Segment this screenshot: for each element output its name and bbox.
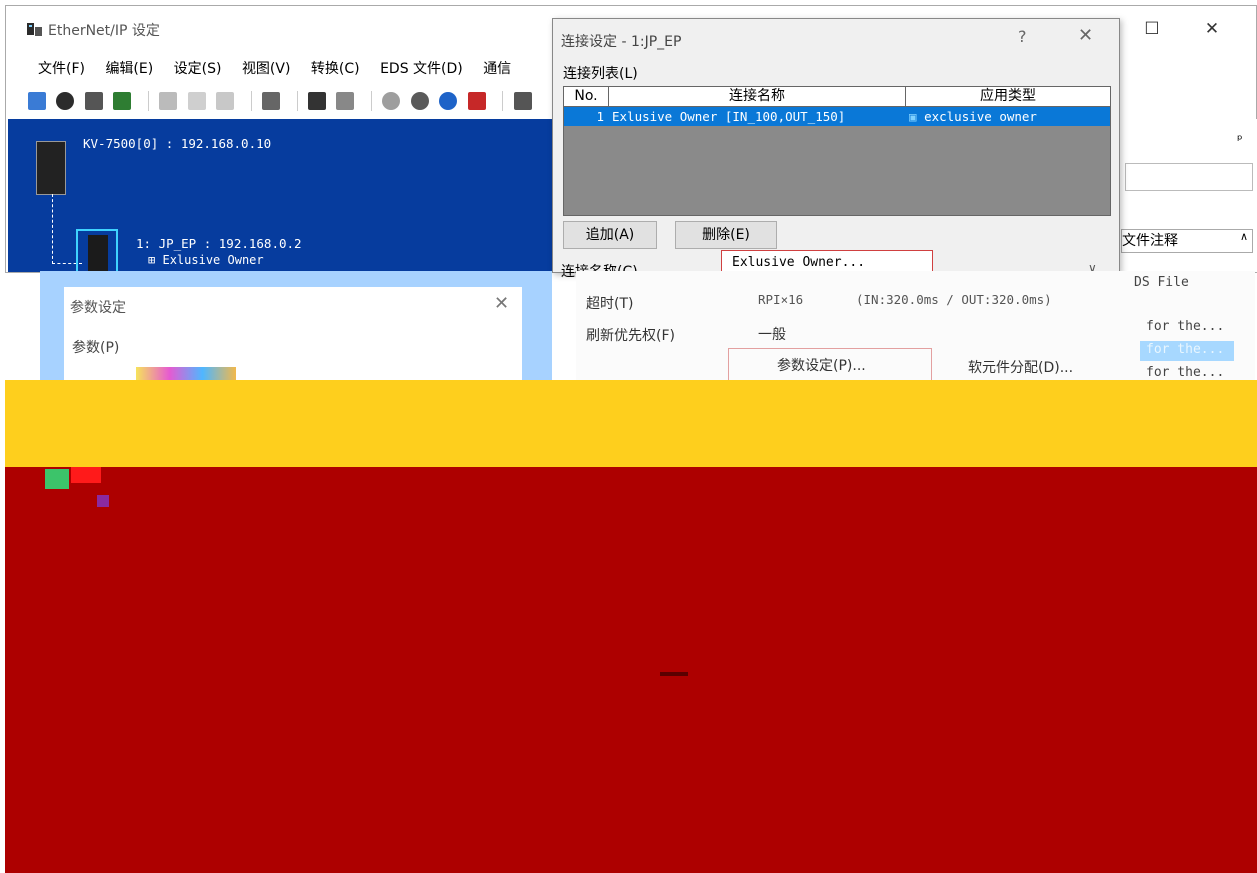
menu-convert[interactable]: 转换(C) — [303, 54, 368, 82]
refresh-priority-label: 刷新优先权(F) — [586, 328, 675, 344]
table-row[interactable]: 1 Exlusive Owner [IN_100,OUT_150] ▣ excl… — [564, 107, 1110, 126]
menu-file[interactable]: 文件(F) — [30, 54, 93, 82]
help-button[interactable]: ? — [1018, 27, 1027, 46]
search-icon[interactable] — [513, 92, 532, 110]
connection-line — [52, 194, 53, 264]
parameter-settings-label: 参数设定(P)... — [777, 358, 866, 374]
close-button[interactable]: ✕ — [1192, 16, 1232, 42]
glitch-artifact — [136, 367, 236, 381]
paste-icon[interactable] — [216, 92, 235, 110]
parameter-dialog-title: 参数设定 — [70, 300, 126, 316]
node-label: 1: JP_EP : 192.168.0.2 — [136, 236, 302, 251]
scan-icon[interactable] — [113, 92, 132, 110]
row-no: 1 — [596, 109, 604, 124]
connection-list-label: 连接列表(L) — [563, 66, 638, 82]
monitor-icon[interactable] — [382, 92, 401, 110]
list-item[interactable]: for the... — [1146, 319, 1224, 334]
corrupted-band-yellow — [5, 380, 1257, 467]
adapter-device-icon[interactable] — [88, 235, 108, 273]
right-panel: ᵖ 文件注释 ∧ — [1116, 119, 1257, 272]
glitch-artifact — [71, 467, 101, 483]
list-item[interactable]: DS File — [1134, 275, 1189, 290]
write-icon[interactable] — [439, 92, 458, 110]
toolbar — [28, 91, 538, 115]
timeout-select[interactable]: RPI×16 — [758, 292, 803, 307]
parameter-settings-button[interactable]: 参数设定(P)... — [728, 348, 932, 382]
parameter-dialog: 参数设定 ✕ 参数(P) — [64, 287, 522, 381]
owner-icon: ▣ — [909, 109, 917, 124]
sd-icon[interactable] — [307, 92, 326, 110]
toolbar-separator — [502, 91, 504, 111]
parameter-dialog-frame: 参数设定 ✕ 参数(P) — [40, 271, 552, 381]
corrupted-region-red — [5, 467, 1257, 873]
toolbar-separator — [147, 91, 149, 111]
menu-eds-file[interactable]: EDS 文件(D) — [372, 54, 471, 82]
eds-file-list: DS File for the... for the... for the... — [1104, 271, 1255, 380]
connection-settings-dialog: 连接设定 - 1:JP_EP ? ✕ 连接列表(L) No. 连接名称 应用类型… — [552, 18, 1120, 280]
toolbar-separator — [370, 91, 372, 111]
row-name: Exlusive Owner [IN_100,OUT_150] — [612, 109, 846, 124]
dialog-title: 连接设定 - 1:JP_EP — [561, 34, 682, 50]
file-comment-label: 文件注释 — [1122, 233, 1178, 249]
delete-button[interactable]: 删除(E) — [675, 221, 777, 249]
maximize-button[interactable]: ☐ — [1132, 16, 1172, 42]
timeout-label: 超时(T) — [586, 296, 634, 312]
plc-icon[interactable] — [36, 141, 66, 195]
glitch-artifact — [97, 495, 109, 507]
parameter-dialog-close[interactable]: ✕ — [494, 293, 509, 314]
read-icon[interactable] — [410, 92, 429, 110]
list-item[interactable]: for the... — [1146, 365, 1224, 380]
pin-icon[interactable]: ᵖ — [1237, 133, 1243, 148]
network-icon[interactable] — [262, 92, 281, 110]
connection-list-table: No. 连接名称 应用类型 1 Exlusive Owner [IN_100,O… — [563, 86, 1111, 216]
add-device-icon[interactable] — [28, 92, 46, 110]
expand-icon[interactable]: ⊞ — [148, 253, 155, 267]
window-title: EtherNet/IP 设定 — [48, 23, 160, 39]
glitch-artifact — [45, 469, 69, 489]
copy-icon[interactable] — [187, 92, 206, 110]
plc-label: KV-7500[0] : 192.168.0.10 — [83, 136, 272, 151]
column-header-type: 应用类型 — [906, 87, 1110, 107]
list-item-label: for the... — [1146, 342, 1225, 357]
node-connection-label: Exlusive Owner — [162, 253, 264, 267]
edit-icon[interactable] — [336, 92, 355, 110]
menu-view[interactable]: 视图(V) — [234, 54, 299, 82]
app-icon — [27, 23, 42, 36]
refresh-priority-select[interactable]: 一般 — [758, 324, 786, 344]
timeout-info: (IN:320.0ms / OUT:320.0ms) — [856, 292, 1052, 307]
right-panel-input[interactable] — [1125, 163, 1253, 191]
toolbar-separator — [296, 91, 298, 111]
row-type-label: exclusive owner — [924, 109, 1037, 124]
add-button[interactable]: 追加(A) — [563, 221, 657, 249]
menu-edit[interactable]: 编辑(E) — [97, 54, 161, 82]
menubar: 文件(F) 编辑(E) 设定(S) 视图(V) 转换(C) EDS 文件(D) … — [6, 54, 519, 82]
row-type: ▣ exclusive owner — [909, 107, 1037, 126]
column-header-no: No. — [564, 87, 609, 107]
cut-icon[interactable] — [159, 92, 178, 110]
menu-settings[interactable]: 设定(S) — [166, 54, 230, 82]
info-icon[interactable] — [56, 92, 75, 110]
check-icon[interactable] — [467, 92, 486, 110]
file-comment-header: 文件注释 ∧ — [1121, 229, 1253, 253]
glitch-artifact — [660, 672, 688, 676]
device-icon[interactable] — [84, 92, 103, 110]
column-header-name: 连接名称 — [609, 87, 906, 107]
network-view[interactable]: KV-7500[0] : 192.168.0.10 1: JP_EP : 192… — [8, 119, 558, 276]
list-item-selected[interactable]: for the... — [1140, 341, 1234, 361]
node-connection[interactable]: ⊞ Exlusive Owner — [148, 253, 264, 267]
device-assign-button[interactable]: 软元件分配(D)... — [968, 357, 1073, 377]
toolbar-separator — [250, 91, 252, 111]
dialog-close-button[interactable]: ✕ — [1078, 25, 1093, 46]
chevron-up-icon[interactable]: ∧ — [1240, 230, 1252, 243]
parameter-label: 参数(P) — [72, 340, 120, 356]
menu-comm[interactable]: 通信 — [475, 54, 519, 82]
connection-options: 超时(T) RPI×16 (IN:320.0ms / OUT:320.0ms) … — [576, 271, 1104, 382]
